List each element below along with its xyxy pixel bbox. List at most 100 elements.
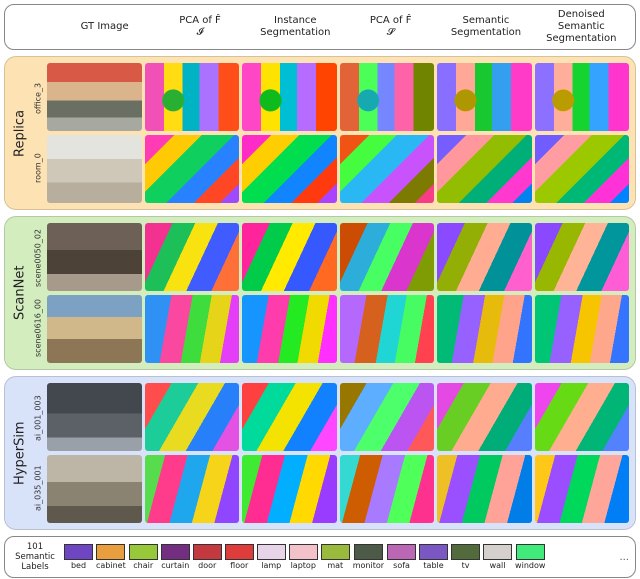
- legend-swatch-label: monitor: [353, 561, 384, 570]
- column-header-0: GT Image: [57, 9, 152, 45]
- thumb: [535, 383, 630, 451]
- figure-root: GT ImagePCA of F̂𝓘InstanceSegmentationPC…: [0, 0, 640, 579]
- column-header-line2: Segmentation: [536, 33, 627, 45]
- thumb: [535, 455, 630, 523]
- legend-swatch-box: [451, 544, 480, 560]
- scene-label-col: ai_001_003ai_035_001: [29, 383, 47, 523]
- legend-swatch-box: [289, 544, 318, 560]
- legend-swatch-label: chair: [133, 561, 153, 570]
- thumb: [47, 295, 142, 363]
- thumb: [145, 383, 240, 451]
- thumb: [242, 295, 337, 363]
- legend-swatch-box: [225, 544, 254, 560]
- thumb: [340, 135, 435, 203]
- legend-swatch-box: [321, 544, 350, 560]
- thumb: [437, 135, 532, 203]
- legend-swatch-label: cabinet: [96, 561, 126, 570]
- legend-ellipsis: ...: [619, 552, 629, 563]
- thumb: [145, 63, 240, 131]
- legend-count: 101: [11, 542, 59, 552]
- thumb-row: [47, 295, 629, 363]
- legend-swatch-box: [516, 544, 545, 560]
- column-header-line2: Segmentation: [260, 27, 330, 39]
- legend-swatch-box: [96, 544, 125, 560]
- thumb: [145, 223, 240, 291]
- thumb-grid: [47, 63, 629, 203]
- scene-label-col: scene0050_02scene0616_00: [29, 223, 47, 363]
- column-header-3: PCA of F̂𝓢: [343, 9, 438, 45]
- column-header-line1: Semantic: [463, 15, 510, 26]
- legend-word-2: Labels: [11, 562, 59, 572]
- column-header-5: Denoised SemanticSegmentation: [534, 9, 629, 45]
- thumb: [340, 455, 435, 523]
- column-header-row: GT ImagePCA of F̂𝓘InstanceSegmentationPC…: [4, 4, 636, 50]
- legend-swatch: tv: [451, 544, 480, 570]
- scene-label: office_3: [29, 63, 47, 133]
- legend-swatch: curtain: [161, 544, 190, 570]
- legend-swatch-box: [483, 544, 512, 560]
- thumb: [47, 63, 142, 131]
- thumb: [145, 455, 240, 523]
- column-header-2: InstanceSegmentation: [248, 9, 343, 45]
- column-header-line1: Instance: [274, 15, 317, 26]
- scene-label: ai_035_001: [29, 453, 47, 523]
- thumb: [437, 455, 532, 523]
- thumb: [47, 135, 142, 203]
- thumb: [340, 295, 435, 363]
- thumb: [535, 63, 630, 131]
- legend-swatch-label: lamp: [261, 561, 281, 570]
- legend-word-1: Semantic: [11, 552, 59, 562]
- legend-swatch-label: mat: [327, 561, 343, 570]
- thumb: [145, 135, 240, 203]
- legend-swatch-box: [129, 544, 158, 560]
- column-header-line1: PCA of F̂: [370, 15, 412, 26]
- thumb: [145, 295, 240, 363]
- thumb: [242, 135, 337, 203]
- legend-swatch-label: curtain: [161, 561, 189, 570]
- thumb: [437, 63, 532, 131]
- legend-swatch: table: [419, 544, 448, 570]
- thumb: [242, 455, 337, 523]
- thumb: [437, 223, 532, 291]
- legend-swatch-label: sofa: [393, 561, 410, 570]
- thumb: [340, 383, 435, 451]
- thumb-row: [47, 383, 629, 451]
- column-header-line1: GT Image: [81, 21, 129, 32]
- column-header-line1: PCA of F̂: [179, 15, 221, 26]
- thumb-row: [47, 223, 629, 291]
- legend-swatch-label: laptop: [291, 561, 316, 570]
- legend-swatch: cabinet: [96, 544, 126, 570]
- legend-swatch-box: [354, 544, 383, 560]
- legend-swatch: bed: [64, 544, 93, 570]
- column-header-4: SemanticSegmentation: [438, 9, 533, 45]
- legend-swatch-box: [64, 544, 93, 560]
- thumb-row: [47, 135, 629, 203]
- thumb: [340, 223, 435, 291]
- legend-swatch: monitor: [353, 544, 384, 570]
- thumb-row: [47, 455, 629, 523]
- semantic-legend: 101 Semantic Labels bed cabinet chair curta…: [4, 536, 636, 578]
- column-header-line1: Denoised Semantic: [558, 9, 605, 32]
- legend-swatch: window: [515, 544, 545, 570]
- thumb: [437, 383, 532, 451]
- legend-swatch: mat: [321, 544, 350, 570]
- scene-label: ai_001_003: [29, 383, 47, 453]
- thumb: [535, 295, 630, 363]
- legend-swatch: wall: [483, 544, 512, 570]
- column-header-line2: 𝓢: [370, 27, 412, 39]
- legend-swatch-label: bed: [71, 561, 86, 570]
- thumb-row: [47, 63, 629, 131]
- thumb: [47, 455, 142, 523]
- legend-swatch-box: [161, 544, 190, 560]
- column-header-1: PCA of F̂𝓘: [152, 9, 247, 45]
- thumb: [535, 135, 630, 203]
- thumb: [535, 223, 630, 291]
- thumb: [47, 223, 142, 291]
- legend-swatch-box: [419, 544, 448, 560]
- dataset-block-replica: Replicaoffice_3room_0: [4, 56, 636, 210]
- scene-label: room_0: [29, 133, 47, 203]
- scene-label: scene0050_02: [29, 223, 47, 293]
- dataset-blocks: Replicaoffice_3room_0ScanNetscene0050_02…: [4, 56, 636, 530]
- dataset-label: HyperSim: [11, 383, 29, 523]
- legend-title: 101 Semantic Labels: [11, 542, 59, 572]
